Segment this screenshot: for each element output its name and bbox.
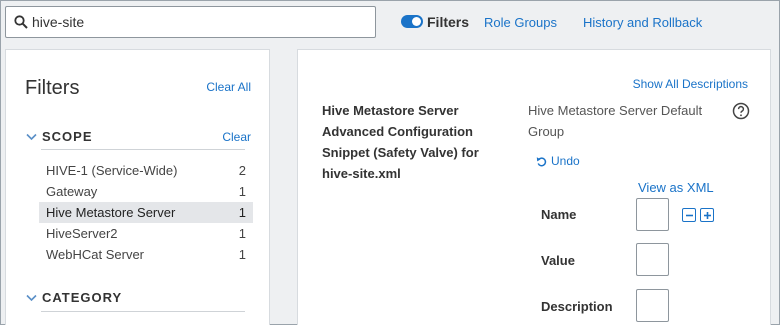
search-box[interactable] [5, 6, 376, 38]
scope-item-webhcat-server[interactable]: WebHCat Server 1 [39, 244, 253, 265]
minus-icon [685, 211, 694, 220]
scope-clear-link[interactable]: Clear [222, 130, 251, 144]
filters-toggle[interactable] [401, 15, 423, 28]
category-divider [41, 311, 245, 312]
scope-item-label: Hive Metastore Server [46, 205, 176, 220]
scope-item-label: HIVE-1 (Service-Wide) [46, 163, 178, 178]
filters-panel: Filters Clear All SCOPE Clear HIVE-1 (Se… [5, 49, 270, 325]
scope-item-hive-metastore-server[interactable]: Hive Metastore Server 1 [39, 202, 253, 223]
name-input[interactable] [636, 198, 669, 231]
history-rollback-link[interactable]: History and Rollback [583, 15, 702, 30]
config-panel: Show All Descriptions Hive Metastore Ser… [297, 49, 771, 325]
search-icon [14, 15, 28, 29]
scope-section-toggle[interactable]: SCOPE [26, 129, 93, 144]
scope-item-label: WebHCat Server [46, 247, 145, 262]
remove-row-button[interactable] [682, 208, 696, 222]
plus-icon [703, 211, 712, 220]
view-as-xml-link[interactable]: View as XML [638, 180, 714, 195]
clear-all-link[interactable]: Clear All [206, 80, 251, 94]
property-scope-label: Hive Metastore Server Default Group [528, 103, 703, 139]
scope-title: SCOPE [42, 129, 93, 144]
chevron-down-icon [26, 133, 37, 141]
scope-item-count: 1 [238, 226, 246, 241]
filters-title: Filters [25, 77, 80, 99]
chevron-down-icon [26, 294, 37, 302]
scope-item-count: 2 [238, 163, 246, 178]
property-name: Hive Metastore Server Advanced Configura… [322, 103, 479, 181]
category-title: CATEGORY [42, 290, 123, 305]
value-input[interactable] [636, 243, 669, 276]
description-input[interactable] [636, 289, 669, 322]
category-section-toggle[interactable]: CATEGORY [26, 290, 122, 305]
role-groups-link[interactable]: Role Groups [484, 15, 557, 30]
filters-toggle-label: Filters [427, 14, 470, 30]
scope-item-count: 1 [238, 184, 246, 199]
undo-label: Undo [551, 154, 580, 168]
toggle-knob [412, 17, 421, 26]
add-row-button[interactable] [700, 208, 714, 222]
search-input[interactable] [32, 14, 362, 30]
description-field-label: Description [541, 299, 613, 314]
scope-item-count: 1 [238, 205, 246, 220]
name-field-label: Name [541, 207, 577, 222]
scope-item-label: Gateway [46, 184, 98, 199]
show-all-descriptions-link[interactable]: Show All Descriptions [633, 77, 748, 91]
scope-item-hiveserver2[interactable]: HiveServer2 1 [39, 223, 253, 244]
help-icon[interactable] [732, 102, 750, 120]
scope-item-label: HiveServer2 [46, 226, 118, 241]
undo-icon [536, 156, 547, 167]
scope-item-count: 1 [238, 247, 246, 262]
scope-divider [41, 149, 245, 150]
undo-button[interactable]: Undo [536, 154, 580, 168]
scope-item-hive-1[interactable]: HIVE-1 (Service-Wide) 2 [39, 160, 253, 181]
value-field-label: Value [541, 253, 575, 268]
scope-list: HIVE-1 (Service-Wide) 2 Gateway 1 Hive M… [39, 160, 253, 265]
scope-item-gateway[interactable]: Gateway 1 [39, 181, 253, 202]
